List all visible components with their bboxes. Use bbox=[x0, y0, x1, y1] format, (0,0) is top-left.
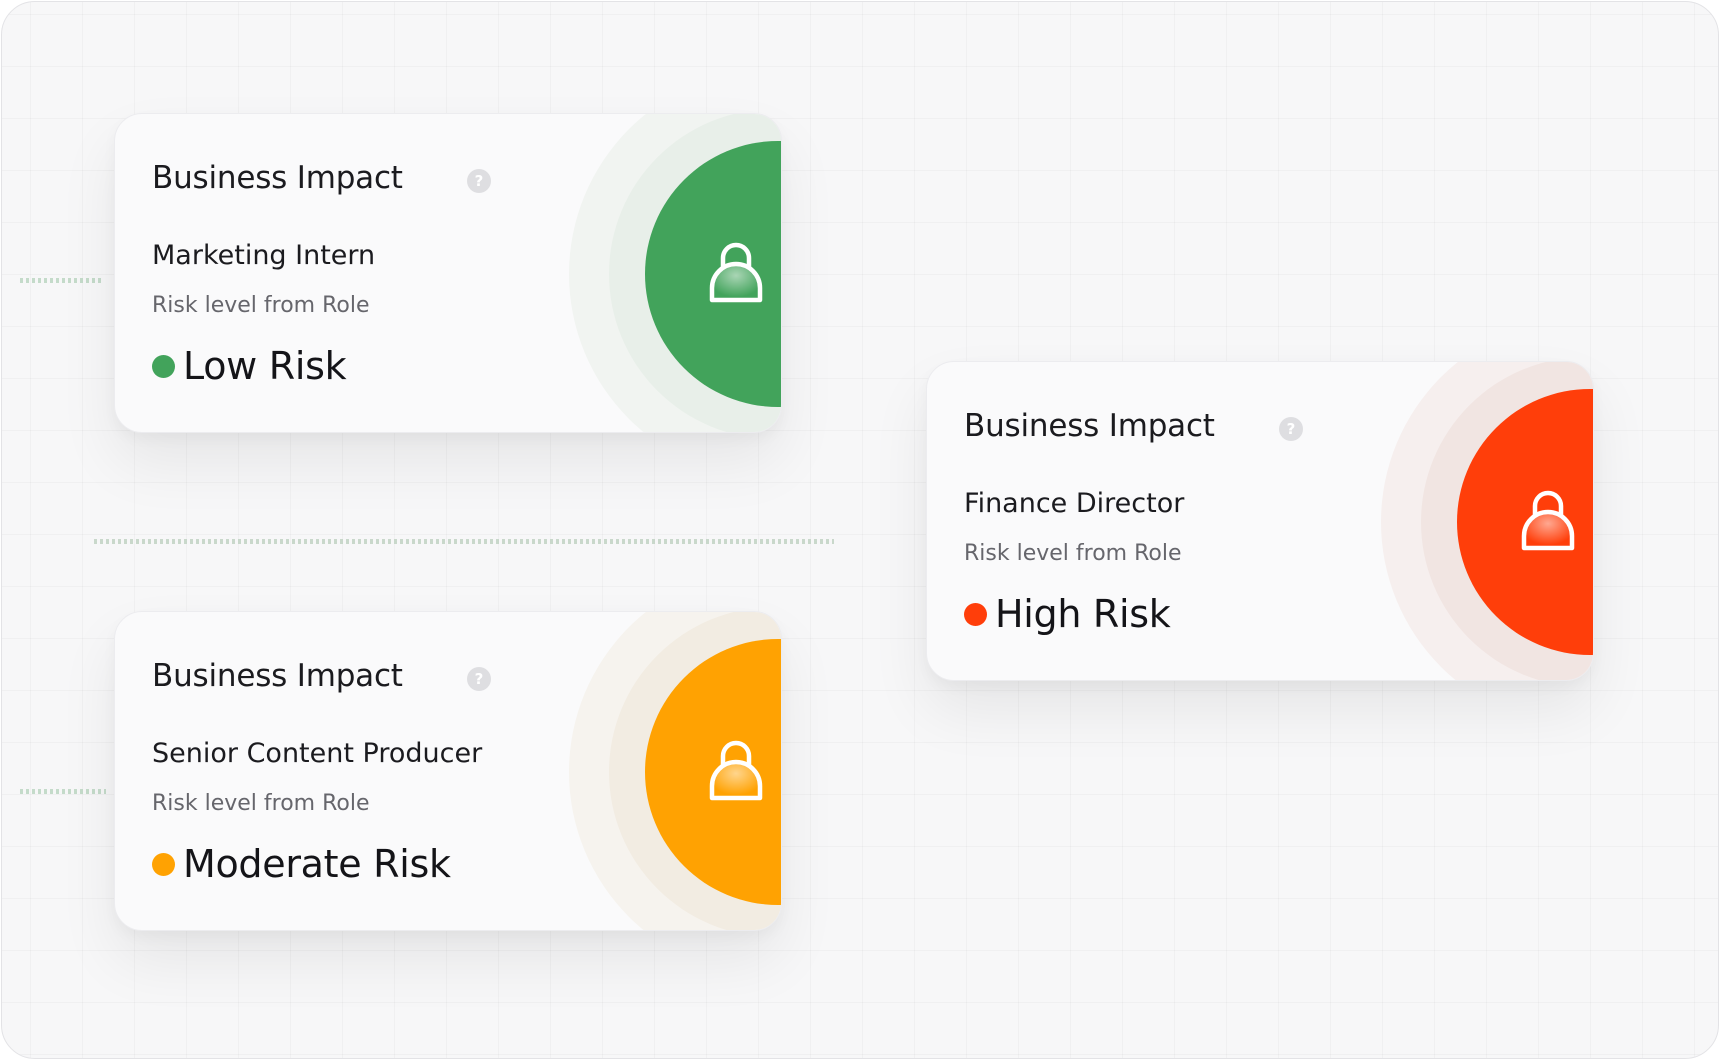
status-dot bbox=[152, 852, 175, 876]
role-name: Senior Content Producer bbox=[152, 738, 483, 769]
risk-label: High Risk bbox=[995, 592, 1171, 636]
lock-icon bbox=[709, 242, 763, 303]
risk-subtitle: Risk level from Role bbox=[152, 293, 370, 318]
lock-icon bbox=[709, 740, 763, 801]
risk-level: High Risk bbox=[964, 590, 1171, 638]
risk-level: Moderate Risk bbox=[152, 840, 451, 888]
help-icon[interactable]: ? bbox=[1279, 417, 1303, 441]
help-icon[interactable]: ? bbox=[467, 667, 491, 691]
card-title: Business Impact bbox=[964, 408, 1215, 444]
help-icon[interactable]: ? bbox=[467, 169, 491, 193]
connector-line-bottom bbox=[20, 789, 106, 794]
connector-line-top bbox=[20, 278, 102, 283]
role-name: Finance Director bbox=[964, 488, 1185, 519]
risk-label: Moderate Risk bbox=[183, 842, 451, 886]
lock-icon bbox=[1521, 490, 1575, 551]
card-title: Business Impact bbox=[152, 658, 403, 694]
status-dot bbox=[964, 602, 987, 626]
status-dot bbox=[152, 354, 175, 378]
risk-subtitle: Risk level from Role bbox=[964, 541, 1182, 566]
risk-level: Low Risk bbox=[152, 342, 347, 390]
canvas-background: Business Impact ? Marketing Intern Risk … bbox=[1, 1, 1719, 1059]
card-title: Business Impact bbox=[152, 160, 403, 196]
role-name: Marketing Intern bbox=[152, 240, 376, 271]
risk-card-senior-content-producer[interactable]: Business Impact ? Senior Content Produce… bbox=[114, 611, 782, 931]
risk-subtitle: Risk level from Role bbox=[152, 791, 370, 816]
connector-line-middle bbox=[94, 539, 834, 544]
risk-card-marketing-intern[interactable]: Business Impact ? Marketing Intern Risk … bbox=[114, 113, 782, 433]
risk-card-finance-director[interactable]: Business Impact ? Finance Director Risk … bbox=[926, 361, 1594, 681]
risk-label: Low Risk bbox=[183, 344, 347, 388]
